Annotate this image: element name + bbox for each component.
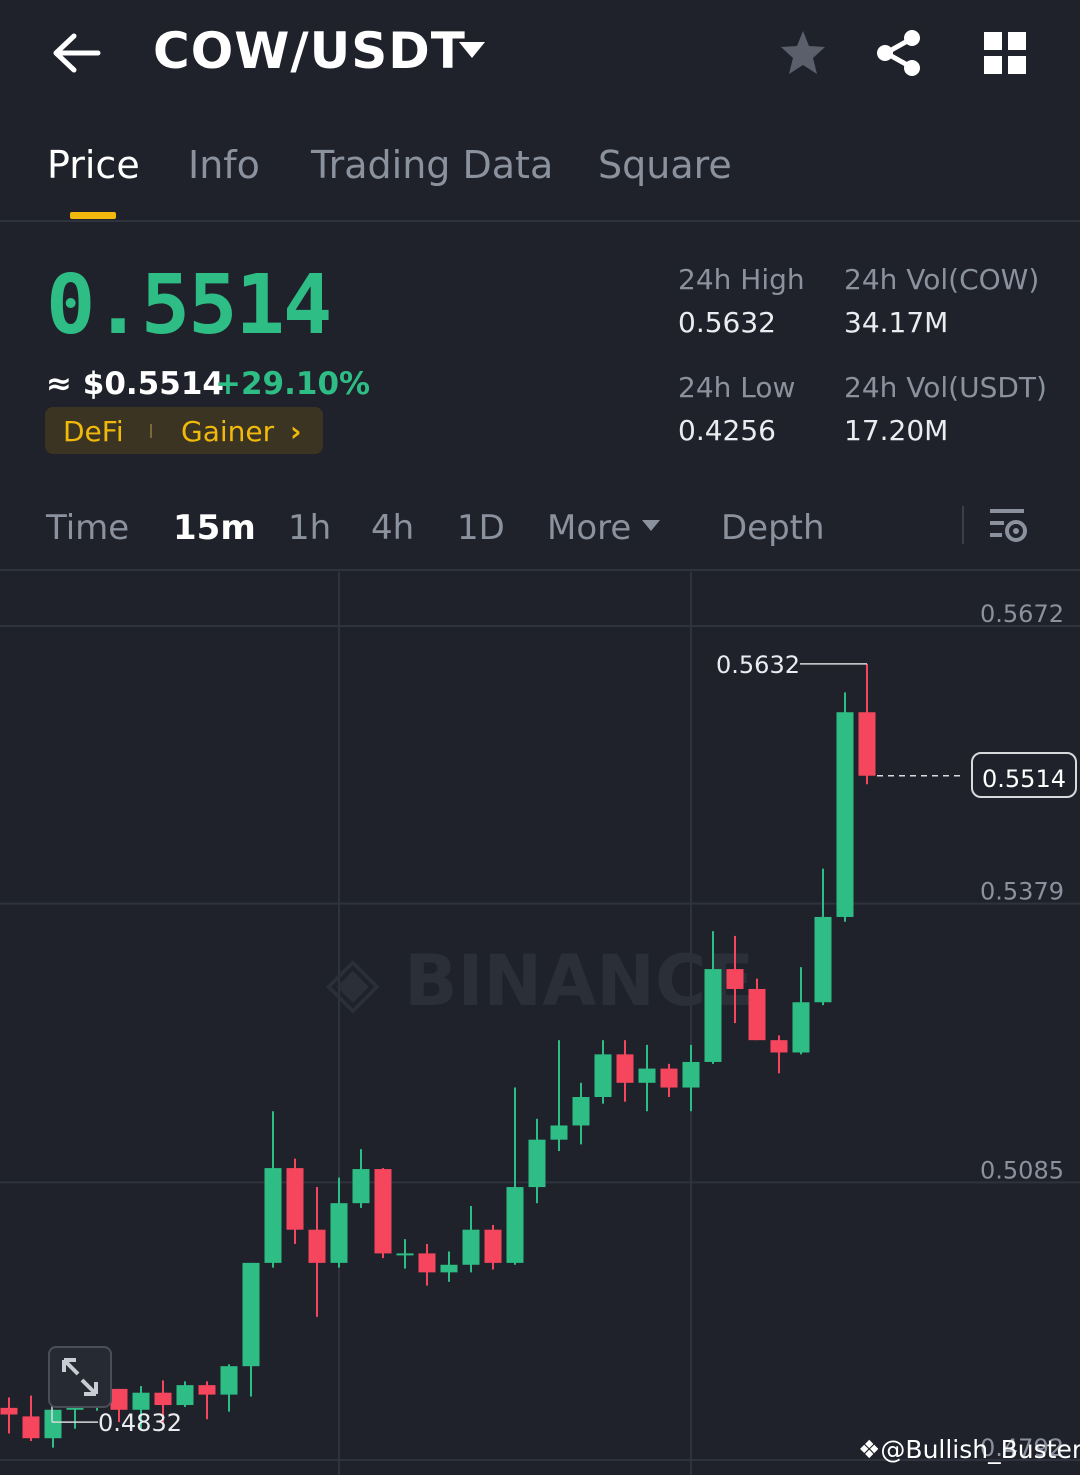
candle-body <box>198 1385 216 1395</box>
caret-down-icon[interactable] <box>457 40 487 60</box>
tag-gainer: Gainer <box>181 415 275 448</box>
tag-defi: DeFi <box>63 415 124 448</box>
candle-body <box>814 916 832 1003</box>
candle-body <box>682 1061 700 1088</box>
depth-tab[interactable]: Depth <box>721 508 825 548</box>
candle-body <box>528 1139 546 1188</box>
tab-square[interactable]: Square <box>598 143 732 187</box>
timeframe-more[interactable]: More <box>547 508 631 548</box>
stat-label-24h-vol-cow: 24h Vol(COW) <box>844 263 1040 296</box>
stat-value-24h-vol-usdt: 17.20M <box>844 414 949 447</box>
candle-body <box>308 1229 326 1263</box>
candle-body <box>660 1068 678 1088</box>
candle-body <box>44 1409 62 1439</box>
candle-body <box>418 1253 436 1273</box>
candle-body <box>638 1068 656 1083</box>
candle-body <box>726 969 744 989</box>
toolbar-separator <box>962 506 964 544</box>
timeframe-15m[interactable]: 15m <box>173 508 256 548</box>
timeframe-1d[interactable]: 1D <box>457 508 505 548</box>
chevron-right-icon: › <box>290 415 302 448</box>
candle-body <box>242 1262 260 1367</box>
candle-body <box>836 712 854 917</box>
stat-label-24h-high: 24h High <box>678 263 805 296</box>
candle-body <box>506 1187 524 1263</box>
toolbar-divider <box>0 569 1080 571</box>
candle-body <box>286 1168 304 1230</box>
candle-body <box>572 1097 590 1126</box>
timeframe-time[interactable]: Time <box>46 508 129 548</box>
more-caret-icon <box>641 517 661 531</box>
candle-body <box>22 1416 40 1439</box>
active-tab-indicator <box>70 212 116 219</box>
tab-info[interactable]: Info <box>188 143 260 187</box>
y-axis-tick-label: 0.5085 <box>980 1156 1064 1184</box>
tag-separator <box>150 424 152 438</box>
candle-body <box>264 1168 282 1263</box>
pair-title[interactable]: COW/USDT <box>153 22 466 80</box>
candle-body <box>374 1169 392 1254</box>
candle-body <box>462 1229 480 1265</box>
stat-value-24h-high: 0.5632 <box>678 306 776 339</box>
candle-body <box>704 969 722 1062</box>
last-price: 0.5514 <box>46 258 332 353</box>
timeframe-4h[interactable]: 4h <box>371 508 414 548</box>
candle-body <box>330 1203 348 1263</box>
binance-logo-icon: ❖ <box>858 1435 881 1464</box>
stat-label-24h-vol-usdt: 24h Vol(USDT) <box>844 371 1047 404</box>
stat-label-24h-low: 24h Low <box>678 371 796 404</box>
binance-watermark: ◈ BINANCE <box>326 940 754 1022</box>
share-icon[interactable] <box>874 28 924 78</box>
low-marker-label: 0.4832 <box>98 1409 182 1437</box>
candle-body <box>792 1002 810 1053</box>
usd-price: ≈ $0.5514 <box>46 366 224 402</box>
candle-body <box>484 1229 502 1263</box>
y-axis-tick-label: 0.5672 <box>980 600 1064 628</box>
candle-body <box>550 1125 568 1140</box>
current-price-tag-label: 0.5514 <box>982 765 1066 793</box>
candle-body <box>858 712 876 776</box>
candle-body <box>396 1253 414 1256</box>
grid-menu-icon[interactable] <box>982 30 1028 76</box>
timeframe-1h[interactable]: 1h <box>288 508 331 548</box>
star-icon[interactable] <box>778 28 828 78</box>
candle-body <box>176 1385 194 1406</box>
candle-body <box>748 988 766 1041</box>
candle-body <box>616 1054 634 1083</box>
candle-body <box>110 1388 128 1410</box>
candle-body <box>154 1392 172 1406</box>
stat-value-24h-low: 0.4256 <box>678 414 776 447</box>
candlestick-chart[interactable]: ◈ BINANCE0.56720.53790.50850.47920.56320… <box>0 572 1080 1475</box>
fullscreen-button[interactable] <box>48 1346 112 1408</box>
tab-trading-data[interactable]: Trading Data <box>311 143 553 187</box>
candle-body <box>770 1040 788 1053</box>
y-axis-tick-label: 0.5379 <box>980 878 1064 906</box>
price-change-percent: +29.10% <box>215 366 371 402</box>
candle-body <box>440 1264 458 1273</box>
stat-value-24h-vol-cow: 34.17M <box>844 306 949 339</box>
candle-body <box>352 1169 370 1204</box>
candle-body <box>132 1392 150 1410</box>
expand-icon <box>62 1358 98 1396</box>
back-arrow-icon[interactable] <box>48 28 104 78</box>
candle-body <box>220 1366 238 1395</box>
candle-body <box>594 1054 612 1098</box>
candle-body <box>0 1407 18 1415</box>
tabs-divider <box>0 220 1080 222</box>
creator-credit: ❖@Bullish_Buster <box>858 1435 1080 1464</box>
creator-handle: @Bullish_Buster <box>880 1435 1080 1464</box>
high-marker-label: 0.5632 <box>716 651 800 679</box>
tab-price[interactable]: Price <box>47 143 140 187</box>
chart-settings-icon[interactable] <box>988 505 1028 545</box>
